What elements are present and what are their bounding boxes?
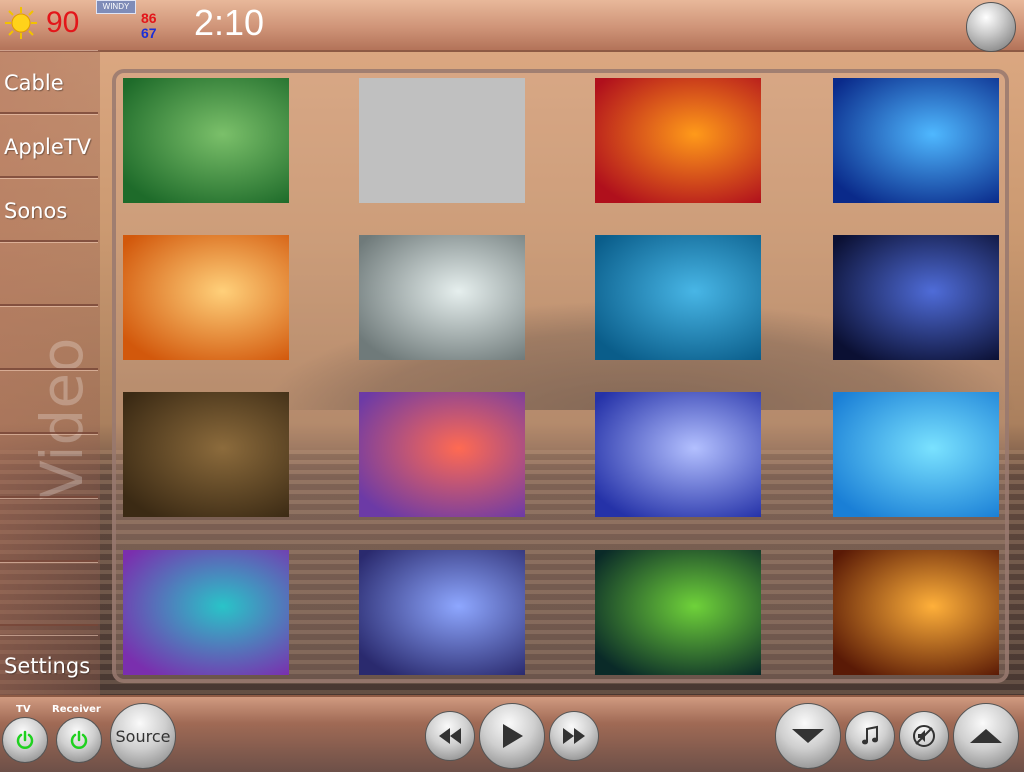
sidebar-item-settings[interactable]: Settings <box>0 635 98 695</box>
receiver-power-label: Receiver <box>52 704 101 715</box>
top-bar: 90 WINDY 86 67 2:10 <box>0 0 1024 52</box>
source-button[interactable]: Source <box>110 703 176 769</box>
volume-up-button[interactable] <box>953 703 1019 769</box>
mute-button[interactable] <box>899 711 949 761</box>
sidebar-item-empty[interactable] <box>0 498 98 562</box>
sidebar-item-empty[interactable] <box>0 434 98 498</box>
play-icon <box>503 724 523 748</box>
sidebar-item-empty[interactable] <box>0 370 98 434</box>
mute-icon <box>913 725 935 747</box>
power-icon <box>70 730 88 749</box>
source-button-label: Source <box>115 726 171 746</box>
wallpaper-thumbnail-red-fireball[interactable] <box>595 78 761 203</box>
sidebar-item-empty[interactable] <box>0 562 98 626</box>
wallpaper-thumbnail-purple-pink-cloud[interactable] <box>359 392 525 517</box>
sidebar-item-empty[interactable] <box>0 306 98 370</box>
clock: 2:10 <box>194 2 265 43</box>
play-button[interactable] <box>479 703 545 769</box>
music-button[interactable] <box>845 711 895 761</box>
top-right-orb-button[interactable] <box>966 2 1016 52</box>
sidebar-item-appletv[interactable]: AppleTV <box>0 114 98 178</box>
wallpaper-thumbnail-rainbow-wave[interactable] <box>123 550 289 675</box>
fast-forward-icon <box>563 728 585 744</box>
rewind-icon <box>439 728 461 744</box>
fast-forward-button[interactable] <box>549 711 599 761</box>
wallpaper-thumbnail-blank-gray[interactable] <box>359 78 525 203</box>
tv-power-button[interactable] <box>2 717 48 763</box>
wallpaper-thumbnail-silver-bubbles[interactable] <box>359 235 525 360</box>
wallpaper-thumbnail-blue-streaks[interactable] <box>833 78 999 203</box>
wallpaper-thumbnail-island-sunset[interactable] <box>833 550 999 675</box>
tv-power-label: TV <box>16 704 31 715</box>
chevron-down-icon <box>792 729 824 743</box>
volume-down-button[interactable] <box>775 703 841 769</box>
high-temperature: 86 <box>141 10 157 26</box>
sidebar-item-sonos[interactable]: Sonos <box>0 178 98 242</box>
sidebar-item-empty[interactable] <box>0 242 98 306</box>
rewind-button[interactable] <box>425 711 475 761</box>
wallpaper-thumbnail-blue-droplets[interactable] <box>359 550 525 675</box>
power-icon <box>16 730 34 749</box>
receiver-power-button[interactable] <box>56 717 102 763</box>
current-temperature: 90 <box>46 6 80 39</box>
chevron-up-icon <box>970 729 1002 743</box>
wallpaper-thumbnail-blue-fractal[interactable] <box>833 235 999 360</box>
sidebar-item-cable[interactable]: Cable <box>0 50 98 114</box>
wallpaper-thumbnail-blue-aurora[interactable] <box>595 392 761 517</box>
sidebar: Video Cable AppleTV Sonos Settings <box>0 50 100 695</box>
wallpaper-thumbnail-green-curve[interactable] <box>595 550 761 675</box>
bottom-control-bar: TV Receiver Source <box>0 695 1024 772</box>
wallpaper-thumbnail-anemone-clownfish[interactable] <box>123 78 289 203</box>
wallpaper-thumbnail-orange-glow[interactable] <box>123 235 289 360</box>
weather-condition-badge: WINDY <box>96 0 136 14</box>
music-note-icon <box>862 725 878 745</box>
wallpaper-thumbnail-brown-pattern[interactable] <box>123 392 289 517</box>
low-temperature: 67 <box>141 25 157 41</box>
wallpaper-thumbnail-teal-swoosh[interactable] <box>595 235 761 360</box>
sun-icon <box>5 7 37 39</box>
wallpaper-thumbnail-cyan-wave[interactable] <box>833 392 999 517</box>
